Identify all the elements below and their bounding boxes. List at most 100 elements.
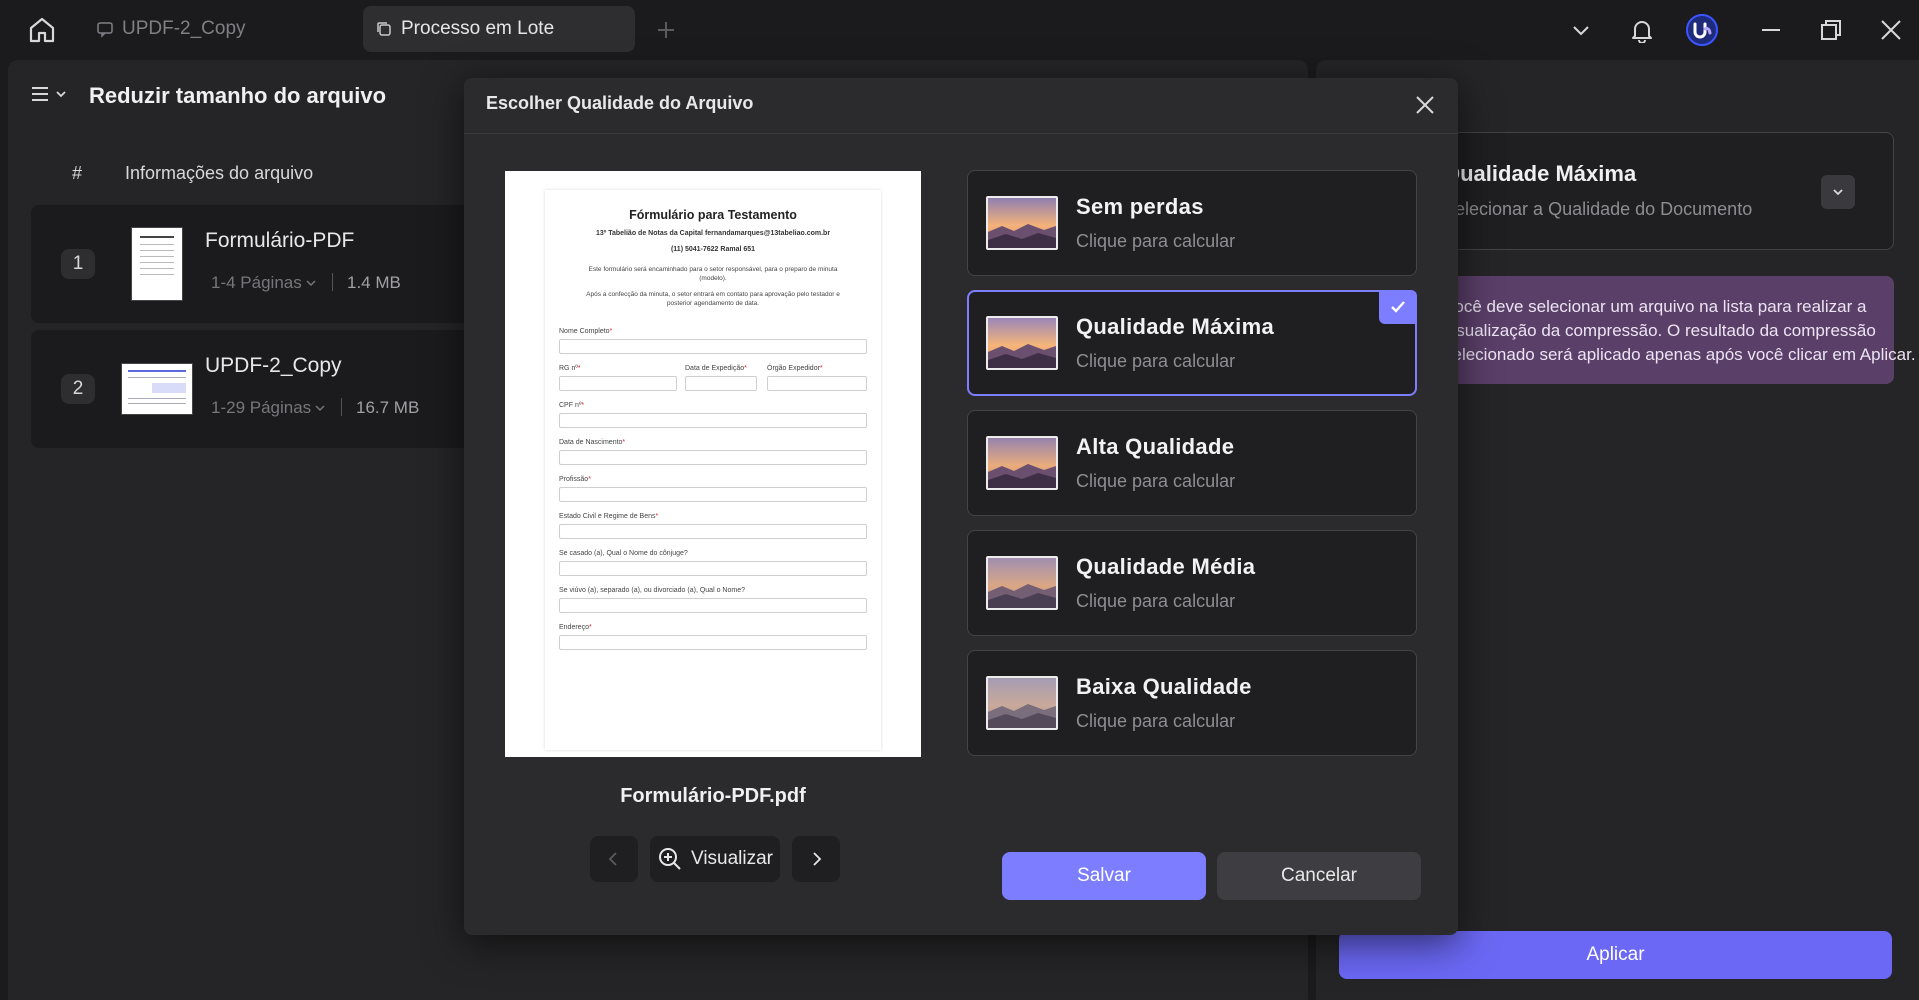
option-subtitle: Clique para calcular <box>1076 351 1236 371</box>
bell-icon[interactable] <box>1624 12 1660 48</box>
field-label: Profissão* <box>559 476 591 483</box>
file-name: Formulário-PDF <box>205 229 355 252</box>
option-title: Alta Qualidade <box>1076 434 1235 459</box>
col-hash: # <box>72 163 83 183</box>
info-line: selecionado será aplicado apenas após vo… <box>1444 345 1916 364</box>
option-low-quality[interactable]: Baixa Qualidade Clique para calcular <box>967 650 1417 756</box>
check-icon <box>1379 290 1417 324</box>
chevron-down-icon[interactable] <box>1563 12 1599 48</box>
info-text: Você deve selecionar um arquivo na lista… <box>1444 295 1916 367</box>
option-title: Qualidade Máxima <box>1076 314 1274 339</box>
field-label-text: Nome Completo <box>559 328 610 335</box>
field-label-text: Se casado (a), Qual o Nome do cônjuge? <box>559 550 688 557</box>
info-line: visualização da compressão. O resultado … <box>1444 321 1876 340</box>
prev-page-button[interactable] <box>590 836 638 882</box>
tab-label: Processo em Lote <box>401 18 555 39</box>
option-subtitle: Clique para calcular <box>1076 231 1236 251</box>
divider <box>341 398 342 416</box>
chevron-down-icon[interactable] <box>1821 175 1855 209</box>
tab-batch[interactable]: Processo em Lote <box>363 6 635 52</box>
chevron-down-icon <box>56 91 66 98</box>
chevron-down-icon <box>306 280 316 287</box>
file-size: 1.4 MB <box>347 273 401 292</box>
field-label-text: Estado Civil e Regime de Bens <box>559 513 656 520</box>
field-label: Endereço* <box>559 624 592 631</box>
info-line: Você deve selecionar um arquivo na lista… <box>1444 297 1867 316</box>
file-index: 2 <box>61 374 95 404</box>
option-subtitle: Clique para calcular <box>1076 711 1236 731</box>
option-medium-quality[interactable]: Qualidade Média Clique para calcular <box>967 530 1417 636</box>
dialog-title: Escolher Qualidade do Arquivo <box>486 93 754 113</box>
landscape-icon <box>986 676 1058 730</box>
add-tab-icon[interactable] <box>648 12 684 48</box>
field-input <box>559 524 867 539</box>
page-range-select[interactable]: 1-4 Páginas <box>211 273 317 293</box>
option-subtitle: Clique para calcular <box>1076 591 1236 611</box>
field-label: Se viúvo (a), separado (a), ou divorciad… <box>559 587 745 594</box>
chevron-down-icon <box>315 405 325 412</box>
document-title: Fórmulário para Testamento <box>629 208 797 222</box>
field-label-text: Profissão <box>559 476 589 483</box>
field-label: Nome Completo* <box>559 328 613 335</box>
option-title: Sem perdas <box>1076 194 1204 219</box>
quality-select[interactable]: Qualidade Máxima Selecionar a Qualidade … <box>1400 132 1894 250</box>
page-range: 1-4 Páginas <box>211 273 302 292</box>
file-row[interactable]: 1 Formulário-PDF 1-4 Páginas 1.4 MB <box>31 205 471 323</box>
page-title: Reduzir tamanho do arquivo <box>89 83 387 108</box>
page-range: 1-29 Páginas <box>211 398 312 417</box>
field-input <box>767 376 867 391</box>
preview-filename: Formulário-PDF.pdf <box>620 785 806 807</box>
save-button[interactable]: Salvar <box>1002 852 1206 900</box>
landscape-icon <box>986 196 1058 250</box>
field-input <box>559 561 867 576</box>
field-label: Data de Expedição* <box>685 365 747 372</box>
info-banner: Você deve selecionar um arquivo na lista… <box>1400 276 1916 384</box>
field-label-text: Se viúvo (a), separado (a), ou divorciad… <box>559 587 745 594</box>
chevron-right-icon <box>813 852 822 866</box>
document-page: Fórmulário para Testamento 13º Tabelião … <box>545 190 881 750</box>
field-input <box>685 376 757 391</box>
page-range-select[interactable]: 1-29 Páginas <box>211 398 326 418</box>
file-size: 16.7 MB <box>356 398 420 417</box>
avatar[interactable] <box>1684 12 1720 48</box>
home-icon[interactable] <box>24 12 60 48</box>
field-input <box>559 450 867 465</box>
quality-dialog: Escolher Qualidade do Arquivo Fórmulário… <box>464 78 1458 935</box>
close-icon[interactable] <box>1873 12 1909 48</box>
tab-updf-copy[interactable]: UPDF-2_Copy <box>84 6 356 52</box>
field-label-text: RG nº <box>559 365 578 372</box>
quality-title: Qualidade Máxima <box>1443 161 1637 186</box>
file-row[interactable]: 2 UPDF-2_Copy 1-29 Páginas 16.7 MB <box>31 330 471 448</box>
option-lossless[interactable]: Sem perdas Clique para calcular <box>967 170 1417 276</box>
field-input <box>559 598 867 613</box>
field-input <box>559 376 677 391</box>
divider <box>332 273 333 291</box>
option-title: Qualidade Média <box>1076 554 1256 579</box>
field-input <box>559 487 867 502</box>
minimize-icon[interactable] <box>1753 12 1789 48</box>
next-page-button[interactable] <box>792 836 840 882</box>
field-label: Se casado (a), Qual o Nome do cônjuge? <box>559 550 688 557</box>
field-label-text: Data de Expedição <box>685 365 745 372</box>
field-input <box>559 413 867 428</box>
title-bar: UPDF-2_Copy Processo em Lote <box>0 0 1919 59</box>
apply-button[interactable]: Aplicar <box>1339 931 1892 979</box>
close-icon[interactable] <box>1412 92 1438 118</box>
menu-toggle[interactable] <box>30 84 68 104</box>
zoom-in-icon <box>658 848 681 870</box>
menu-icon <box>32 87 48 101</box>
field-label: Data de Nascimento* <box>559 439 626 446</box>
tab-label: UPDF-2_Copy <box>122 18 246 39</box>
document-line: Este formulário será encaminhado para o … <box>588 266 838 273</box>
field-input <box>559 635 867 650</box>
restore-icon[interactable] <box>1813 12 1849 48</box>
option-subtitle: Clique para calcular <box>1076 471 1236 491</box>
field-label-text: Data de Nascimento <box>559 439 623 446</box>
document-line: 13º Tabelião de Notas da Capital fernand… <box>595 230 831 237</box>
file-index: 1 <box>61 249 95 279</box>
option-max-quality[interactable]: Qualidade Máxima Clique para calcular <box>967 290 1417 396</box>
cancel-button[interactable]: Cancelar <box>1217 852 1421 900</box>
preview-button[interactable]: Visualizar <box>650 836 780 882</box>
option-high-quality[interactable]: Alta Qualidade Clique para calcular <box>967 410 1417 516</box>
document-line: posterior agendamento de data. <box>666 300 760 307</box>
